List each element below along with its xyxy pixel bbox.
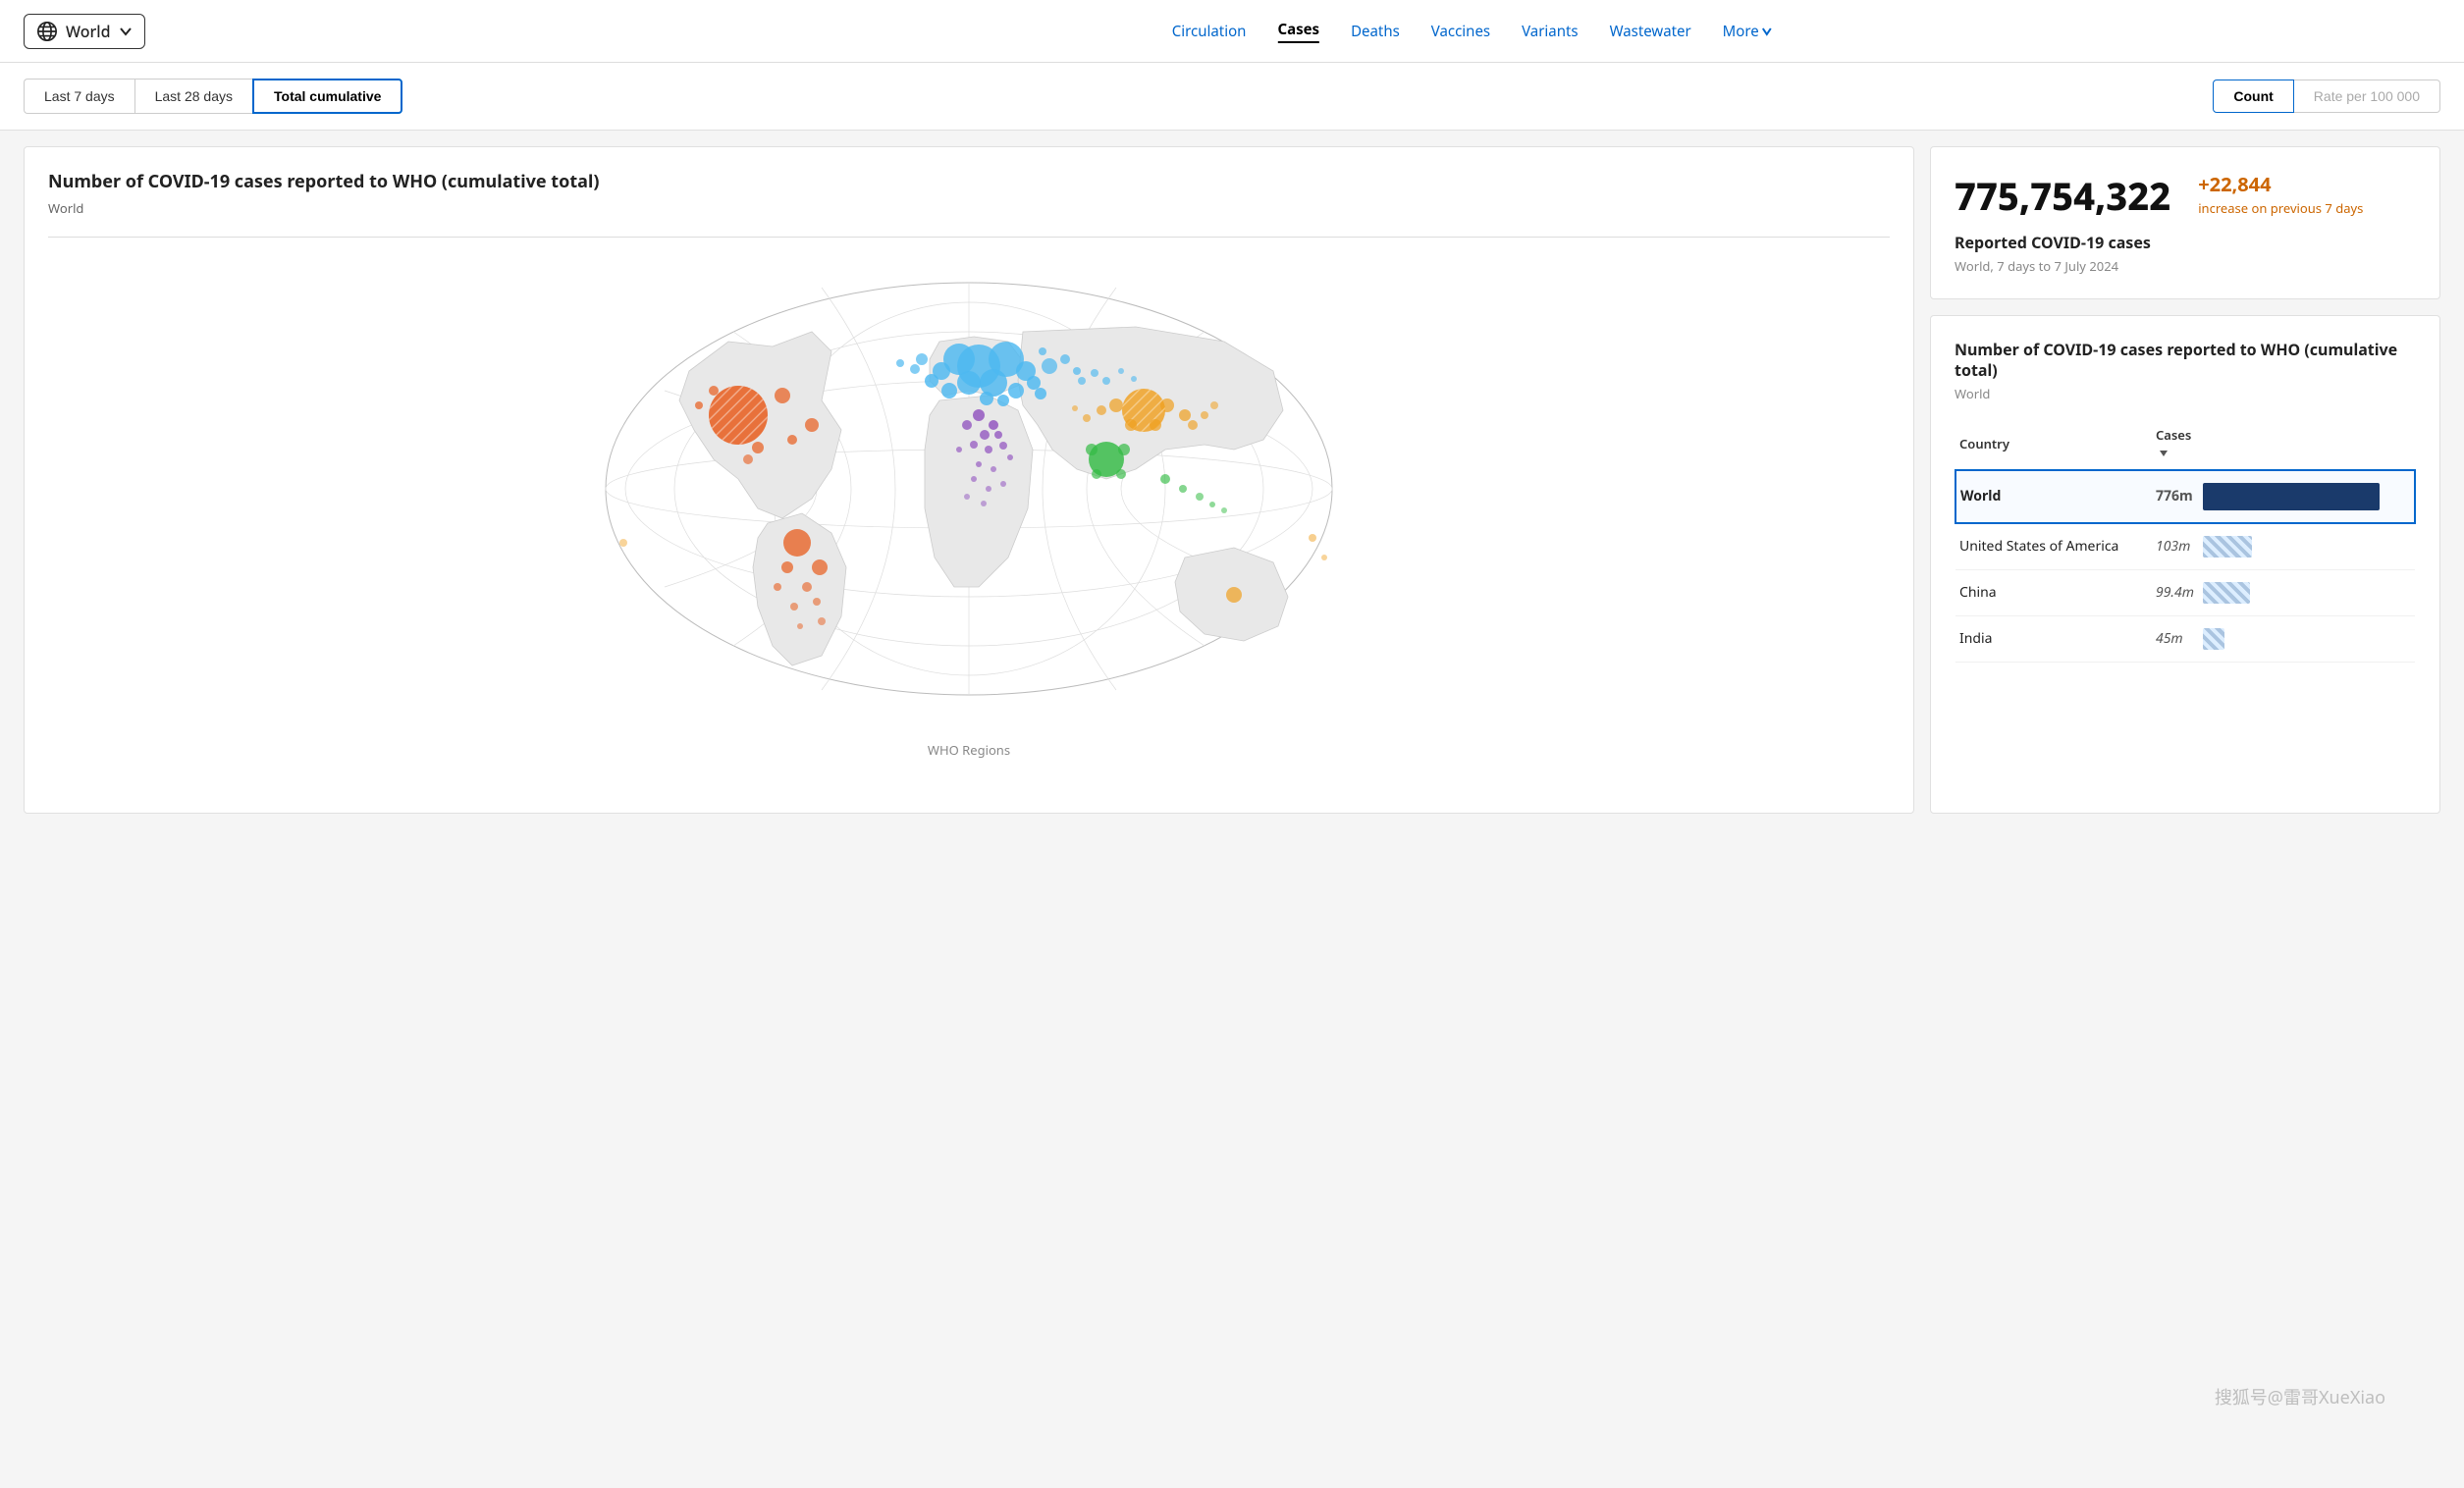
cases-china: 99.4m (2152, 569, 2199, 615)
sort-arrow-icon (2160, 451, 2168, 456)
world-label: World (66, 21, 111, 42)
col-country: Country (1955, 418, 2152, 470)
table-card-title: Number of COVID-19 cases reported to WHO… (1955, 340, 2416, 381)
globe-icon (36, 21, 58, 42)
chevron-down-icon (119, 25, 133, 38)
bar-india (2203, 628, 2224, 650)
world-selector[interactable]: World (24, 14, 145, 49)
table-row-india[interactable]: India 45m (1955, 615, 2415, 662)
watermark: 搜狐号@雷哥XueXiao (2215, 1384, 2385, 1409)
tab-last-28-days[interactable]: Last 28 days (134, 79, 252, 114)
map-panel: Number of COVID-19 cases reported to WHO… (24, 146, 1914, 814)
bar-china-cell (2199, 569, 2415, 615)
map-container: WHO Regions (48, 253, 1890, 759)
count-rate-tabs: Count Rate per 100 000 (2213, 80, 2440, 113)
main-nav: Circulation Cases Deaths Vaccines Varian… (1172, 20, 1773, 43)
stats-period: World, 7 days to 7 July 2024 (1955, 257, 2416, 275)
right-panel: 775,754,322 +22,844 increase on previous… (1930, 146, 2440, 814)
count-button[interactable]: Count (2213, 80, 2293, 113)
cases-india: 45m (2152, 615, 2199, 662)
map-regions-label: WHO Regions (928, 741, 1010, 759)
bar-world (2203, 483, 2380, 510)
stats-increase: +22,844 (2198, 171, 2271, 197)
cases-usa: 103m (2152, 523, 2199, 570)
nav-cases[interactable]: Cases (1277, 20, 1319, 43)
bar-india-cell (2199, 615, 2415, 662)
table-card: Number of COVID-19 cases reported to WHO… (1930, 315, 2440, 814)
main-content: Number of COVID-19 cases reported to WHO… (0, 131, 2464, 829)
map-title: Number of COVID-19 cases reported to WHO… (48, 171, 1890, 193)
bar-china (2203, 582, 2250, 604)
map-subtitle: World (48, 199, 1890, 217)
country-india: India (1955, 615, 2152, 662)
table-card-subtitle: World (1955, 385, 2416, 402)
stats-main-number: 775,754,322 (1955, 171, 2170, 222)
nav-variants[interactable]: Variants (1522, 22, 1578, 41)
table-row-china[interactable]: China 99.4m (1955, 569, 2415, 615)
nav-more[interactable]: More (1723, 22, 1773, 41)
map-divider (48, 237, 1890, 238)
time-tabs: Last 7 days Last 28 days Total cumulativ… (24, 79, 402, 114)
nav-deaths[interactable]: Deaths (1351, 22, 1400, 41)
filter-bar: Last 7 days Last 28 days Total cumulativ… (0, 63, 2464, 131)
cases-world: 776m (2152, 470, 2199, 523)
stats-card: 775,754,322 +22,844 increase on previous… (1930, 146, 2440, 299)
col-cases[interactable]: Cases (2152, 418, 2199, 470)
bar-world-cell (2199, 470, 2415, 523)
stats-description: Reported COVID-19 cases (1955, 232, 2416, 253)
bar-usa (2203, 536, 2252, 558)
tab-total-cumulative[interactable]: Total cumulative (252, 79, 402, 114)
nav-wastewater[interactable]: Wastewater (1610, 22, 1691, 41)
cases-table: Country Cases World 776m (1955, 418, 2416, 663)
rate-button[interactable]: Rate per 100 000 (2294, 80, 2440, 113)
bar-usa-cell (2199, 523, 2415, 570)
map-svg[interactable] (586, 253, 1352, 729)
stats-increase-label: increase on previous 7 days (2198, 199, 2363, 217)
country-usa: United States of America (1955, 523, 2152, 570)
table-row-usa[interactable]: United States of America 103m (1955, 523, 2415, 570)
nav-vaccines[interactable]: Vaccines (1431, 22, 1490, 41)
country-world: World (1955, 470, 2152, 523)
col-bar (2199, 418, 2415, 470)
country-china: China (1955, 569, 2152, 615)
table-scroll-area[interactable]: Country Cases World 776m (1955, 418, 2416, 663)
tab-last-7-days[interactable]: Last 7 days (24, 79, 134, 114)
table-row-world[interactable]: World 776m (1955, 470, 2415, 523)
header: World Circulation Cases Deaths Vaccines … (0, 0, 2464, 63)
chevron-down-icon-nav (1761, 26, 1773, 37)
nav-circulation[interactable]: Circulation (1172, 22, 1247, 41)
